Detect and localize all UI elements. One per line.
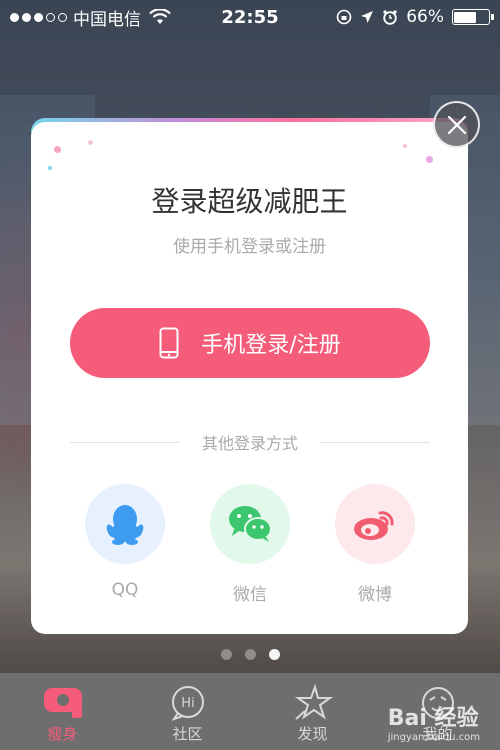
page-indicator: [0, 649, 500, 660]
phone-login-label: 手机登录/注册: [201, 333, 341, 358]
page-dot: [244, 649, 256, 660]
page-dot: [268, 649, 280, 660]
other-login-label: 其他登录方式: [202, 434, 299, 453]
star-icon: [294, 684, 333, 720]
hi-bubble-icon: Hi: [171, 686, 204, 721]
carrier-name: 中国电信: [73, 9, 141, 30]
page-dot: [220, 649, 232, 660]
phone-login-button[interactable]: 手机登录/注册: [70, 308, 430, 378]
baidu-jingyan-watermark: Bai 经验 jingyan.baidu.com: [388, 700, 480, 743]
qq-login-button[interactable]: QQ: [84, 484, 166, 600]
confetti-dot: [48, 166, 52, 170]
confetti-dot: [426, 156, 433, 163]
svg-text:Hi: Hi: [181, 696, 194, 711]
alarm-icon: [383, 10, 397, 25]
weibo-icon: [354, 511, 394, 540]
wifi-icon: [149, 9, 171, 24]
wechat-login-label: 微信: [233, 585, 267, 605]
tab-slim[interactable]: 瘦身: [0, 673, 125, 750]
qq-penguin-icon: [106, 505, 144, 545]
weibo-login-button[interactable]: 微博: [334, 484, 416, 605]
divider-line-right: [320, 441, 431, 443]
battery-fill: [454, 11, 477, 23]
confetti-dot: [403, 144, 407, 148]
status-bar: 中国电信 22:55 66%: [0, 0, 500, 34]
weibo-login-circle[interactable]: [335, 484, 415, 564]
wechat-login-button[interactable]: 微信: [209, 484, 291, 605]
weibo-login-label: 微博: [358, 585, 392, 605]
battery-percent: 66%: [406, 7, 444, 27]
confetti-dot: [54, 146, 61, 153]
modal-title: 登录超级减肥王: [151, 185, 348, 218]
other-login-divider: 其他登录方式: [70, 430, 431, 454]
rotation-lock-icon: [336, 9, 352, 25]
close-modal-button[interactable]: [433, 101, 480, 148]
divider-line-left: [70, 441, 180, 443]
modal-subtitle: 使用手机登录或注册: [173, 237, 326, 257]
login-modal: 登录超级减肥王 使用手机登录或注册 手机登录/注册 其他登录方式 QQ 微信 微…: [31, 122, 468, 634]
tab-community-label: 社区: [172, 725, 203, 743]
wechat-icon: [229, 506, 272, 542]
tab-discover[interactable]: 发现: [250, 673, 375, 750]
qq-login-circle[interactable]: [85, 484, 165, 564]
close-icon: [447, 115, 466, 134]
tab-community[interactable]: Hi 社区: [125, 673, 250, 750]
watermark-text: Bai 经验: [387, 706, 479, 731]
mobile-phone-icon: [159, 327, 179, 359]
tape-measure-icon: [43, 688, 82, 718]
wechat-login-circle[interactable]: [210, 484, 290, 564]
tab-discover-label: 发现: [297, 725, 328, 743]
confetti-dot: [88, 140, 93, 145]
watermark-url: jingyan.baidu.com: [387, 732, 480, 743]
qq-login-label: QQ: [111, 580, 139, 600]
signal-strength-icon: [10, 12, 67, 22]
tab-slim-label: 瘦身: [47, 725, 78, 743]
battery-icon: [451, 9, 494, 25]
location-arrow-icon: [361, 11, 374, 23]
